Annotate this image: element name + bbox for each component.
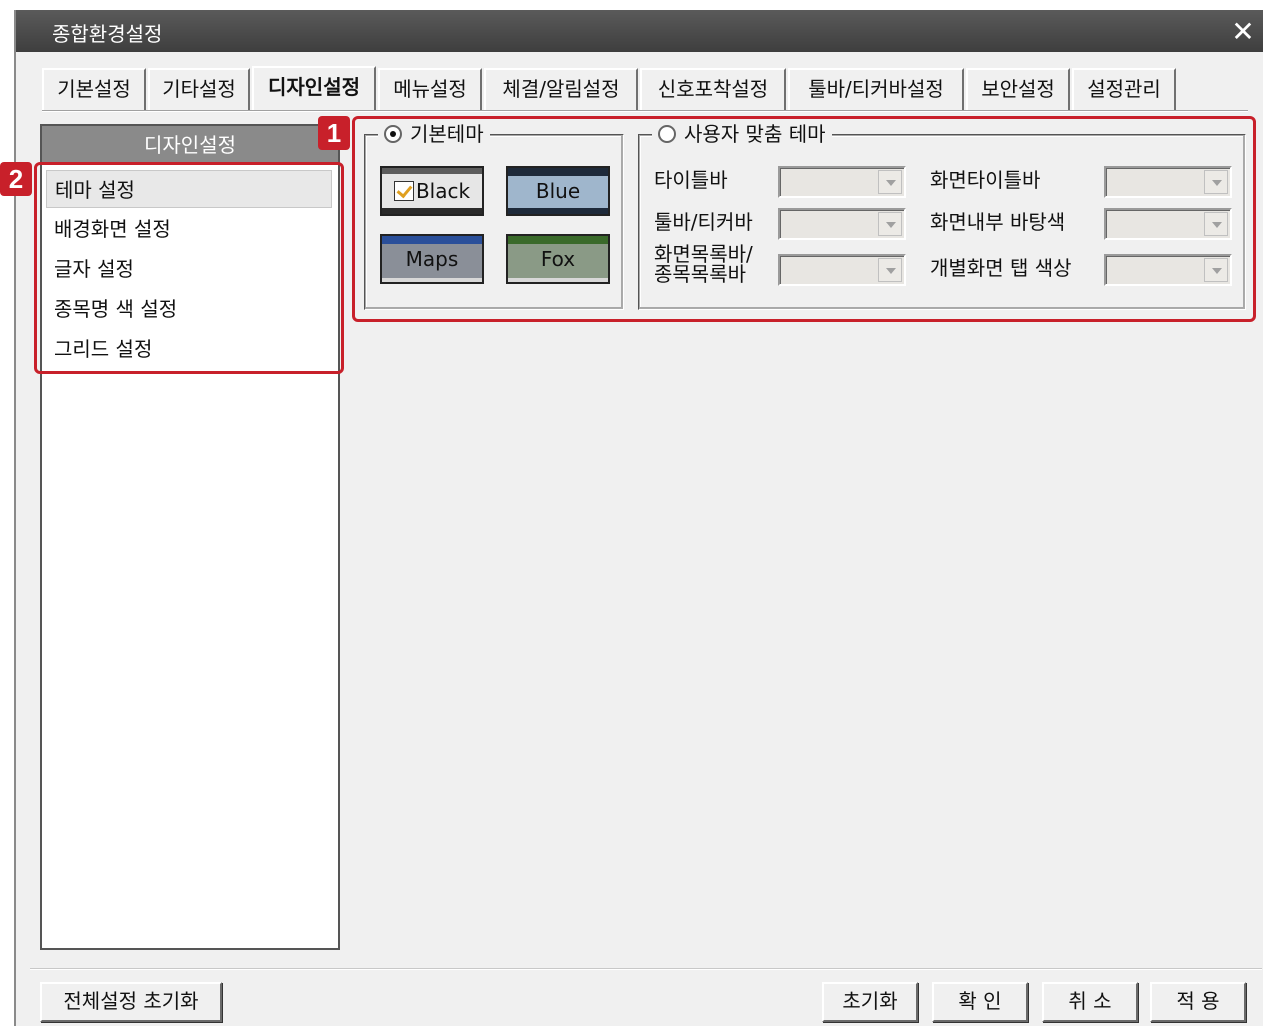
cancel-button[interactable]: 취 소	[1042, 982, 1138, 1022]
tab-settings-management[interactable]: 설정관리	[1072, 68, 1176, 110]
tab-security-settings[interactable]: 보안설정	[966, 68, 1070, 110]
tab-misc-settings[interactable]: 기타설정	[148, 68, 250, 110]
tab-signal-capture-settings[interactable]: 신호포착설정	[640, 68, 786, 110]
tab-execution-alert-settings[interactable]: 체결/알림설정	[484, 68, 638, 110]
annotation-badge-2: 2	[0, 162, 32, 196]
reset-button[interactable]: 초기화	[822, 982, 918, 1022]
annotation-badge-1: 1	[318, 116, 350, 150]
close-icon[interactable]: ✕	[1227, 16, 1259, 48]
annotation-box-2	[34, 162, 344, 374]
tab-basic-settings[interactable]: 기본설정	[42, 68, 146, 110]
tab-toolbar-tickerbar-settings[interactable]: 툴바/티커바설정	[788, 68, 964, 110]
annotation-box-1	[352, 116, 1256, 322]
tab-design-settings[interactable]: 디자인설정	[252, 66, 376, 112]
apply-button[interactable]: 적 용	[1150, 982, 1246, 1022]
tab-menu-settings[interactable]: 메뉴설정	[378, 68, 482, 110]
footer-divider	[30, 968, 1262, 970]
reset-all-button[interactable]: 전체설정 초기화	[40, 982, 222, 1022]
window-title: 종합환경설정	[52, 22, 163, 46]
tab-divider	[42, 110, 1248, 112]
sidebar-header: 디자인설정	[42, 126, 338, 164]
ok-button[interactable]: 확 인	[932, 982, 1028, 1022]
title-bar: 종합환경설정 ✕	[16, 10, 1263, 52]
